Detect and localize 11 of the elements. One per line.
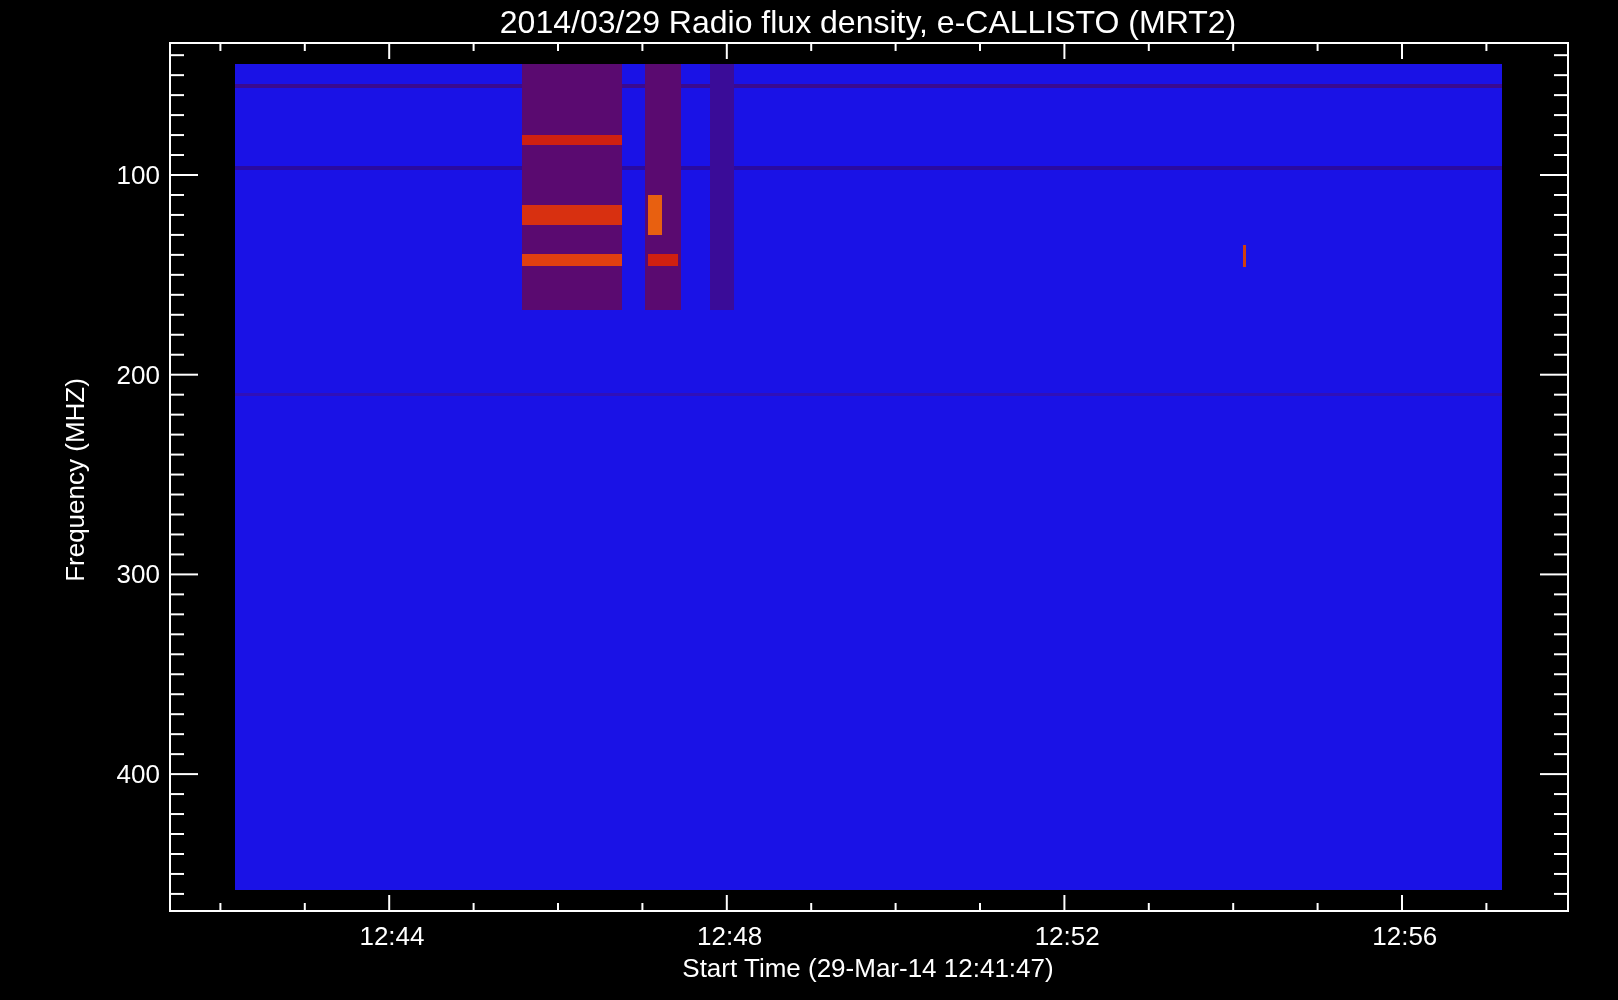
y-axis-title: Frequency (MHZ) (60, 378, 90, 582)
y-tick-label: 200 (116, 359, 160, 390)
y-tick-label: 400 (116, 759, 160, 790)
x-tick-label: 12:52 (1034, 921, 1100, 951)
x-axis-title: Start Time (29-Mar-14 12:41:47) (682, 953, 1054, 983)
x-tick-label: 12:56 (1372, 921, 1438, 951)
y-tick-label: 300 (116, 559, 160, 590)
chart-title: 2014/03/29 Radio flux density, e-CALLISTO (MRT2) (499, 4, 1237, 40)
x-tick-label: 12:44 (359, 921, 425, 951)
y-tick-label: 100 (116, 160, 160, 190)
x-tick-label: 12:48 (697, 921, 763, 951)
